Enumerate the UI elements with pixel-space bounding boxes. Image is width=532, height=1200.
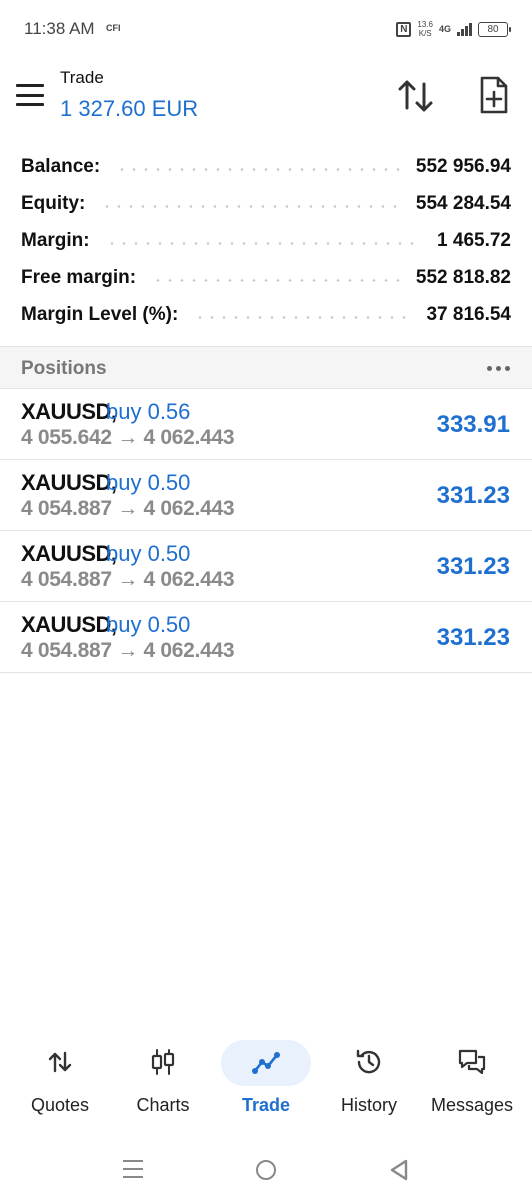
menu-icon[interactable] bbox=[16, 84, 44, 106]
position-symbol: XAUUSD, bbox=[21, 399, 117, 424]
position-prices: 4 055.642 → 4 062.443 bbox=[21, 426, 235, 449]
summary-row-equity: Equity: 554 284.54 bbox=[0, 185, 532, 222]
status-time: 11:38 AM bbox=[24, 19, 95, 38]
position-profit: 333.91 bbox=[436, 411, 510, 438]
bottom-nav: Quotes Charts Trade History Messages bbox=[0, 1035, 532, 1130]
history-icon bbox=[356, 1049, 381, 1074]
summary-label: Equity: bbox=[21, 192, 86, 214]
position-row[interactable]: XAUUSD, buy 0.56 4 055.642 → 4 062.443 3… bbox=[0, 389, 532, 460]
back-icon[interactable] bbox=[388, 1158, 410, 1182]
dot-leader bbox=[116, 168, 400, 171]
summary-label: Free margin: bbox=[21, 266, 137, 288]
position-row[interactable]: XAUUSD, buy 0.50 4 054.887 → 4 062.443 3… bbox=[0, 531, 532, 602]
summary-label: Margin: bbox=[21, 229, 90, 251]
nav-label: Quotes bbox=[30, 1095, 90, 1115]
nav-item-quotes[interactable]: Quotes bbox=[7, 1035, 113, 1130]
positions-title: Positions bbox=[21, 358, 107, 379]
position-prices: 4 054.887 → 4 062.443 bbox=[21, 497, 235, 520]
position-side: buy 0.50 bbox=[106, 612, 191, 637]
net-speed-value: 13.6 bbox=[417, 20, 433, 29]
position-row[interactable]: XAUUSD, buy 0.50 4 054.887 → 4 062.443 3… bbox=[0, 460, 532, 531]
header-balance: 1 327.60 EUR bbox=[60, 96, 199, 121]
signal-icon bbox=[457, 22, 472, 36]
summary-row-margin-level: Margin Level (%): 37 816.54 bbox=[0, 296, 532, 333]
system-nav-bar bbox=[0, 1150, 532, 1190]
messages-icon bbox=[458, 1049, 486, 1075]
nav-label: Trade bbox=[241, 1095, 291, 1115]
position-side: buy 0.50 bbox=[106, 470, 191, 495]
positions-list: XAUUSD, buy 0.56 4 055.642 → 4 062.443 3… bbox=[0, 389, 532, 673]
net-speed-unit: K/S bbox=[418, 29, 432, 38]
summary-value: 552 956.94 bbox=[415, 155, 511, 177]
status-bar: 11:38 AM CFI N 13.6 K/S 4G 80 bbox=[0, 0, 532, 58]
charts-icon bbox=[151, 1049, 175, 1075]
account-summary: Balance: 552 956.94 Equity: 554 284.54 M… bbox=[0, 148, 532, 333]
position-profit: 331.23 bbox=[436, 482, 510, 509]
nav-label: Charts bbox=[136, 1095, 190, 1115]
summary-label: Margin Level (%): bbox=[21, 303, 179, 325]
summary-value: 1 465.72 bbox=[437, 229, 511, 251]
nav-item-messages[interactable]: Messages bbox=[419, 1035, 525, 1130]
trade-icon bbox=[252, 1052, 280, 1074]
position-symbol: XAUUSD, bbox=[21, 612, 117, 637]
new-order-icon[interactable] bbox=[474, 75, 514, 115]
recent-apps-icon[interactable] bbox=[123, 1160, 143, 1178]
nav-label: History bbox=[340, 1095, 397, 1115]
header: Trade 1 327.60 EUR bbox=[0, 58, 532, 142]
nav-item-charts[interactable]: Charts bbox=[110, 1035, 216, 1130]
summary-label: Balance: bbox=[21, 155, 101, 177]
summary-value: 37 816.54 bbox=[426, 303, 511, 325]
position-profit: 331.23 bbox=[436, 553, 510, 580]
nav-item-history[interactable]: History bbox=[316, 1035, 422, 1130]
position-row[interactable]: XAUUSD, buy 0.50 4 054.887 → 4 062.443 3… bbox=[0, 602, 532, 673]
positions-section-header: Positions bbox=[0, 346, 532, 389]
position-side: buy 0.50 bbox=[106, 541, 191, 566]
position-prices: 4 054.887 → 4 062.443 bbox=[21, 568, 235, 591]
nav-label: Messages bbox=[430, 1095, 514, 1115]
dot-leader bbox=[152, 279, 400, 282]
position-profit: 331.23 bbox=[436, 624, 510, 651]
nav-item-trade[interactable]: Trade bbox=[213, 1035, 319, 1130]
dot-leader bbox=[101, 205, 400, 208]
position-side: buy 0.56 bbox=[106, 399, 191, 424]
status-carrier: CFI bbox=[106, 23, 121, 33]
summary-row-margin: Margin: 1 465.72 bbox=[0, 222, 532, 259]
position-prices: 4 054.887 → 4 062.443 bbox=[21, 639, 235, 662]
summary-row-balance: Balance: 552 956.94 bbox=[0, 148, 532, 185]
more-options-icon[interactable] bbox=[487, 366, 510, 371]
summary-value: 552 818.82 bbox=[415, 266, 511, 288]
battery-icon: 80 bbox=[478, 21, 511, 37]
network-type: 4G bbox=[438, 23, 451, 34]
summary-row-free-margin: Free margin: 552 818.82 bbox=[0, 259, 532, 296]
position-symbol: XAUUSD, bbox=[21, 541, 117, 566]
summary-value: 554 284.54 bbox=[415, 192, 511, 214]
net-speed: 13.6 K/S bbox=[417, 20, 433, 38]
dot-leader bbox=[194, 316, 411, 319]
home-icon[interactable] bbox=[256, 1160, 276, 1180]
position-symbol: XAUUSD, bbox=[21, 470, 117, 495]
quotes-icon bbox=[48, 1051, 72, 1073]
page-title: Trade bbox=[60, 68, 104, 87]
status-icons: N 13.6 K/S 4G 80 bbox=[396, 18, 511, 40]
nfc-icon: N bbox=[396, 21, 412, 37]
sort-icon[interactable] bbox=[396, 78, 436, 114]
dot-leader bbox=[105, 242, 422, 245]
